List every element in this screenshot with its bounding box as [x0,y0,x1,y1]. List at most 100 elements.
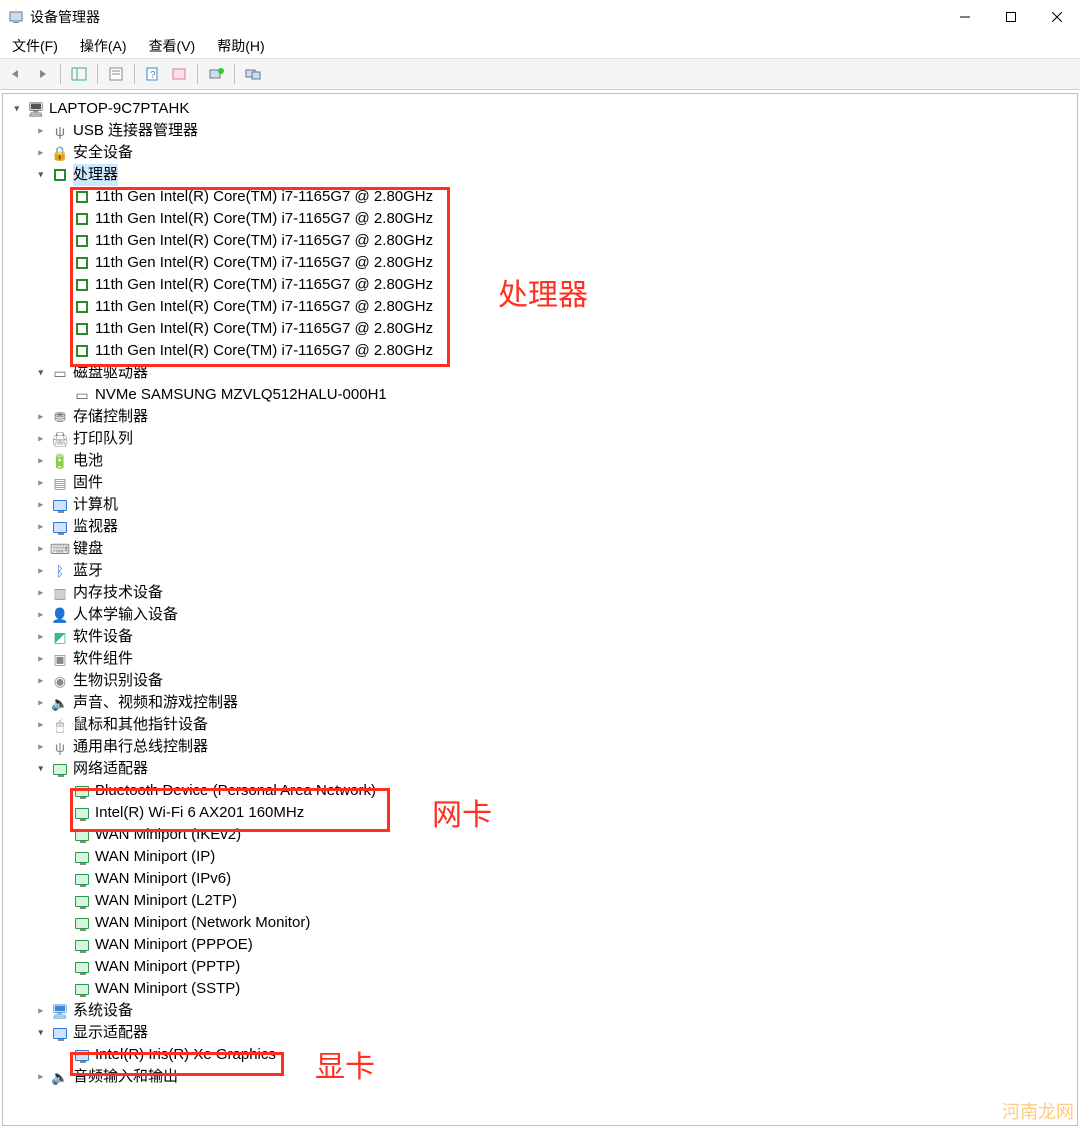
menu-help[interactable]: 帮助(H) [211,34,270,58]
printer-icon: 🖨 [51,431,69,447]
tree-item-computer[interactable]: 计算机 [7,494,1077,516]
tree-item-disk[interactable]: ▭ 磁盘驱动器 [7,362,1077,384]
tree-item-network-child[interactable]: WAN Miniport (IPv6) [7,868,1077,890]
tree-item-network-child[interactable]: Intel(R) Wi-Fi 6 AX201 160MHz [7,802,1077,824]
tree-item-processor-child[interactable]: 11th Gen Intel(R) Core(TM) i7-1165G7 @ 2… [7,186,1077,208]
expander-icon[interactable] [33,585,49,601]
device-tree[interactable]: 🖥 LAPTOP-9C7PTAHK ψ USB 连接器管理器 🔒 安全设备 处理… [3,94,1077,1125]
tree-root[interactable]: 🖥 LAPTOP-9C7PTAHK [7,98,1077,120]
expander-icon[interactable] [33,497,49,513]
expander-icon[interactable] [33,1003,49,1019]
tree-item-label: WAN Miniport (PPPOE) [95,934,253,956]
menu-view[interactable]: 查看(V) [143,34,202,58]
computer-icon: 🖥 [27,101,45,117]
disk-icon: ▭ [51,365,69,381]
expander-icon[interactable] [33,695,49,711]
tree-item-network-child[interactable]: Bluetooth Device (Personal Area Network) [7,780,1077,802]
tree-item-disk-child[interactable]: ▭ NVMe SAMSUNG MZVLQ512HALU-000H1 [7,384,1077,406]
tree-item-network-child[interactable]: WAN Miniport (Network Monitor) [7,912,1077,934]
forward-button[interactable] [30,62,54,86]
menu-action[interactable]: 操作(A) [74,34,133,58]
expander-icon [55,893,71,909]
expander-icon[interactable] [33,409,49,425]
tree-item-network-child[interactable]: WAN Miniport (IKEv2) [7,824,1077,846]
tree-item-security[interactable]: 🔒 安全设备 [7,142,1077,164]
tree-item-monitor[interactable]: 监视器 [7,516,1077,538]
usb-icon: ψ [51,123,69,139]
expander-icon[interactable] [33,123,49,139]
tree-item-processor-child[interactable]: 11th Gen Intel(R) Core(TM) i7-1165G7 @ 2… [7,340,1077,362]
expander-icon[interactable] [33,1025,49,1041]
cpu-icon [73,343,91,359]
expander-icon[interactable] [9,101,25,117]
tree-item-network-child[interactable]: WAN Miniport (IP) [7,846,1077,868]
tree-item-software-comp[interactable]: ▣ 软件组件 [7,648,1077,670]
tree-item-processors[interactable]: 处理器 [7,164,1077,186]
help-button[interactable]: ? [141,62,165,86]
tree-item-biometric[interactable]: ◉ 生物识别设备 [7,670,1077,692]
hid-icon: 👤 [51,607,69,623]
expander-icon[interactable] [33,673,49,689]
tree-item-processor-child[interactable]: 11th Gen Intel(R) Core(TM) i7-1165G7 @ 2… [7,274,1077,296]
tree-item-bluetooth[interactable]: ᛒ 蓝牙 [7,560,1077,582]
tree-item-processor-child[interactable]: 11th Gen Intel(R) Core(TM) i7-1165G7 @ 2… [7,208,1077,230]
tree-item-firmware[interactable]: ▤ 固件 [7,472,1077,494]
expander-icon [55,805,71,821]
tree-item-mouse[interactable]: 🖱 鼠标和其他指针设备 [7,714,1077,736]
menu-file[interactable]: 文件(F) [6,34,64,58]
expander-icon[interactable] [33,541,49,557]
tree-item-battery[interactable]: 🔋 电池 [7,450,1077,472]
tree-item-processor-child[interactable]: 11th Gen Intel(R) Core(TM) i7-1165G7 @ 2… [7,296,1077,318]
expander-icon[interactable] [33,563,49,579]
tree-item-storage-ctrl[interactable]: ⛃ 存储控制器 [7,406,1077,428]
tree-item-network-child[interactable]: WAN Miniport (L2TP) [7,890,1077,912]
expander-icon[interactable] [33,519,49,535]
devices-button[interactable] [241,62,265,86]
tree-item-display-child[interactable]: Intel(R) Iris(R) Xe Graphics [7,1044,1077,1066]
tree-item-system[interactable]: 🖥 系统设备 [7,1000,1077,1022]
expander-icon[interactable] [33,167,49,183]
expander-icon[interactable] [33,365,49,381]
tree-item-network[interactable]: 网络适配器 [7,758,1077,780]
expander-icon[interactable] [33,761,49,777]
tree-item-usb-ctrl[interactable]: ψ 通用串行总线控制器 [7,736,1077,758]
tree-item-label: 11th Gen Intel(R) Core(TM) i7-1165G7 @ 2… [95,252,433,274]
tree-item-network-child[interactable]: WAN Miniport (PPPOE) [7,934,1077,956]
tree-item-display[interactable]: 显示适配器 [7,1022,1077,1044]
tree-item-processor-child[interactable]: 11th Gen Intel(R) Core(TM) i7-1165G7 @ 2… [7,252,1077,274]
svg-text:?: ? [150,70,156,81]
expander-icon[interactable] [33,739,49,755]
back-button[interactable] [4,62,28,86]
expander-icon[interactable] [33,717,49,733]
tree-item-network-child[interactable]: WAN Miniport (SSTP) [7,978,1077,1000]
expander-icon[interactable] [33,145,49,161]
tree-item-network-child[interactable]: WAN Miniport (PPTP) [7,956,1077,978]
tree-item-software-dev[interactable]: ◩ 软件设备 [7,626,1077,648]
tree-item-audio-io[interactable]: 🔈 音频输入和输出 [7,1066,1077,1088]
tree-item-usb-connectors[interactable]: ψ USB 连接器管理器 [7,120,1077,142]
scan-button[interactable] [204,62,228,86]
minimize-button[interactable] [942,0,988,34]
tree-item-print-queue[interactable]: 🖨 打印队列 [7,428,1077,450]
tree-item-memory-tech[interactable]: ▥ 内存技术设备 [7,582,1077,604]
expander-icon[interactable] [33,453,49,469]
tree-item-label: WAN Miniport (IPv6) [95,868,231,890]
expander-icon[interactable] [33,1069,49,1085]
tree-item-sound[interactable]: 🔈 声音、视频和游戏控制器 [7,692,1077,714]
expander-icon [55,871,71,887]
expander-icon[interactable] [33,607,49,623]
show-hide-tree-button[interactable] [67,62,91,86]
tree-item-processor-child[interactable]: 11th Gen Intel(R) Core(TM) i7-1165G7 @ 2… [7,318,1077,340]
maximize-button[interactable] [988,0,1034,34]
tree-item-hid[interactable]: 👤 人体学输入设备 [7,604,1077,626]
properties-button[interactable] [104,62,128,86]
close-button[interactable] [1034,0,1080,34]
tree-item-keyboard[interactable]: ⌨ 键盘 [7,538,1077,560]
software-icon: ◩ [51,629,69,645]
expander-icon[interactable] [33,431,49,447]
expander-icon[interactable] [33,629,49,645]
tree-item-processor-child[interactable]: 11th Gen Intel(R) Core(TM) i7-1165G7 @ 2… [7,230,1077,252]
action-button[interactable] [167,62,191,86]
expander-icon[interactable] [33,475,49,491]
expander-icon[interactable] [33,651,49,667]
